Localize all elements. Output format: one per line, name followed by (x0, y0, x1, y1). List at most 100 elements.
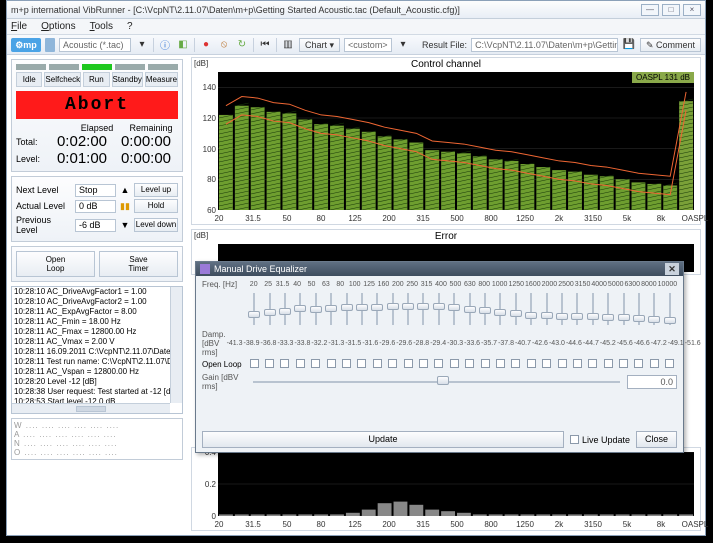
chart-icon[interactable]: ▥ (281, 38, 295, 52)
log-line[interactable]: 10:28:10 AC_DriveAvgFactor1 = 1.00 (12, 287, 182, 297)
comment-button[interactable]: ✎ Comment (640, 38, 701, 52)
refresh-icon[interactable]: ↻ (235, 38, 249, 52)
open-loop-checkbox[interactable] (324, 359, 338, 370)
open-loop-checkbox[interactable] (524, 359, 538, 370)
record-icon[interactable]: ● (199, 38, 213, 52)
eq-slider[interactable] (386, 293, 400, 325)
result-file-field[interactable]: C:\VcpNT\2.11.07\Daten\m+p\Getting Start… (471, 38, 618, 52)
mode-selfcheck[interactable]: Selfcheck (44, 72, 81, 87)
rewind-icon[interactable]: ⏮ (258, 38, 272, 52)
open-loop-checkbox[interactable] (355, 359, 369, 370)
custom-field[interactable]: <custom> (344, 38, 392, 52)
open-loop-checkbox[interactable] (386, 359, 400, 370)
eq-slider[interactable] (447, 293, 461, 325)
gain-slider-thumb[interactable] (437, 376, 449, 385)
mode-idle[interactable]: Idle (16, 72, 42, 87)
eq-slider[interactable] (324, 293, 338, 325)
eq-slider[interactable] (247, 293, 261, 325)
open-loop-checkbox[interactable] (370, 359, 384, 370)
open-loop-checkbox[interactable] (309, 359, 323, 370)
eq-slider[interactable] (647, 293, 661, 325)
log-line[interactable]: 10:28:11 16.09.2011 C:\VcpNT\2.11.07\Dat… (12, 347, 182, 357)
dropdown-icon[interactable]: ▾ (135, 38, 149, 52)
eq-slider[interactable] (339, 293, 353, 325)
eq-slider[interactable] (616, 293, 630, 325)
actual-level-field[interactable]: 0 dB (75, 200, 116, 213)
eq-slider[interactable] (478, 293, 492, 325)
open-loop-checkbox[interactable] (293, 359, 307, 370)
custom-dropdown-icon[interactable]: ▾ (396, 38, 410, 52)
save-timer-button[interactable]: Save Timer (99, 251, 178, 277)
open-loop-checkbox[interactable] (247, 359, 261, 370)
menu-tools[interactable]: Tools (90, 21, 113, 32)
hold-button[interactable]: Hold (134, 199, 178, 213)
eq-slider[interactable] (278, 293, 292, 325)
open-loop-checkbox[interactable] (586, 359, 600, 370)
open-loop-checkbox[interactable] (616, 359, 630, 370)
eq-slider[interactable] (432, 293, 446, 325)
eq-slider[interactable] (462, 293, 476, 325)
menu-help[interactable]: ? (127, 21, 133, 32)
open-loop-checkbox[interactable] (647, 359, 661, 370)
gain-field[interactable]: 0.0 (627, 375, 677, 389)
log-line[interactable]: 10:28:20 Level -12 [dB] (12, 377, 182, 387)
maximize-button[interactable]: □ (662, 4, 680, 16)
eq-slider[interactable] (586, 293, 600, 325)
level-down-button[interactable]: Level down (134, 218, 178, 232)
update-button[interactable]: Update (202, 431, 564, 448)
eq-slider[interactable] (509, 293, 523, 325)
open-loop-checkbox[interactable] (493, 359, 507, 370)
dialog-close-button[interactable]: ✕ (665, 263, 679, 275)
level-up-button[interactable]: Level up (134, 183, 178, 197)
eq-slider[interactable] (401, 293, 415, 325)
info-icon[interactable]: ⓘ (158, 38, 172, 52)
eq-slider[interactable] (416, 293, 430, 325)
minimize-button[interactable]: — (641, 4, 659, 16)
log-line[interactable]: 10:28:11 AC_Vmax = 2.00 V (12, 337, 182, 347)
open-loop-checkbox[interactable] (262, 359, 276, 370)
menu-options[interactable]: Options (41, 21, 75, 32)
open-loop-checkbox[interactable] (339, 359, 353, 370)
eq-slider[interactable] (632, 293, 646, 325)
eq-slider[interactable] (555, 293, 569, 325)
open-loop-button[interactable]: Open Loop (16, 251, 95, 277)
nav-back-button[interactable] (45, 38, 55, 52)
open-loop-checkbox[interactable] (416, 359, 430, 370)
mode-measure[interactable]: Measure (145, 72, 178, 87)
eq-slider[interactable] (293, 293, 307, 325)
eq-slider[interactable] (355, 293, 369, 325)
dialog-titlebar[interactable]: Manual Drive Equalizer ✕ (196, 262, 683, 276)
save-icon[interactable]: 💾 (622, 38, 636, 52)
mode-run[interactable]: Run (83, 72, 109, 87)
eq-slider[interactable] (370, 293, 384, 325)
live-update-checkbox[interactable]: Live Update (570, 435, 630, 445)
eq-slider[interactable] (309, 293, 323, 325)
open-loop-checkbox[interactable] (570, 359, 584, 370)
log-listbox[interactable]: 10:28:10 AC_DriveAvgFactor1 = 1.00 10:28:… (11, 286, 183, 414)
log-scrollbar-h[interactable] (12, 403, 170, 413)
log-line[interactable]: 10:28:11 AC_Fmin = 18.00 Hz (12, 317, 182, 327)
next-level-field[interactable]: Stop (75, 184, 116, 197)
open-loop-checkbox[interactable] (601, 359, 615, 370)
close-button[interactable]: × (683, 4, 701, 16)
log-line[interactable]: 10:28:11 AC_Vspan = 12800.00 Hz (12, 367, 182, 377)
eq-slider[interactable] (663, 293, 677, 325)
menu-file[interactable]: File (11, 21, 27, 32)
mode-standby[interactable]: Standby (112, 72, 143, 87)
open-loop-checkbox[interactable] (539, 359, 553, 370)
eq-slider[interactable] (493, 293, 507, 325)
open-loop-checkbox[interactable] (663, 359, 677, 370)
log-scrollbar-v[interactable] (170, 287, 182, 403)
tool-icon[interactable]: ◧ (176, 38, 190, 52)
open-loop-checkbox[interactable] (478, 359, 492, 370)
open-loop-checkbox[interactable] (509, 359, 523, 370)
log-line[interactable]: 10:28:11 AC_Fmax = 12800.00 Hz (12, 327, 182, 337)
open-loop-checkbox[interactable] (632, 359, 646, 370)
eq-slider[interactable] (539, 293, 553, 325)
log-line[interactable]: 10:28:11 Test run name: C:\VcpNT\2.11.07… (12, 357, 182, 367)
previous-level-field[interactable]: -6 dB (75, 219, 116, 232)
chart-button[interactable]: Chart ▾ (299, 38, 340, 52)
eq-slider[interactable] (570, 293, 584, 325)
log-line[interactable]: 10:28:11 AC_ExpAvgFactor = 8.00 (12, 307, 182, 317)
open-loop-checkbox[interactable] (447, 359, 461, 370)
